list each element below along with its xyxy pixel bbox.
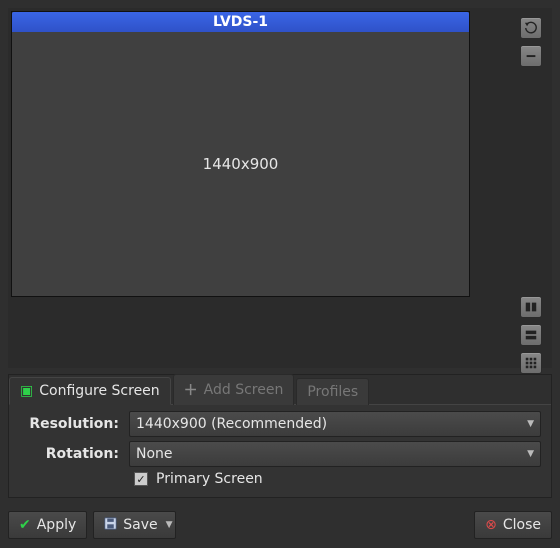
tab-configure-screen[interactable]: ▣ Configure Screen xyxy=(9,377,171,405)
rows-icon xyxy=(524,328,538,342)
check-icon: ✔ xyxy=(19,517,31,533)
columns-icon xyxy=(524,300,538,314)
rotation-label: Rotation: xyxy=(19,446,119,462)
primary-screen-label: Primary Screen xyxy=(156,471,263,487)
close-icon: ⊗ xyxy=(485,517,497,533)
monitor-lvds-1[interactable]: LVDS-1 1440x900 xyxy=(11,11,470,297)
configure-form: Resolution: 1440x900 (Recommended) ▼ Rot… xyxy=(9,405,551,497)
resolution-select[interactable]: 1440x900 (Recommended) ▼ xyxy=(129,411,541,437)
screen-icon: ▣ xyxy=(20,383,33,399)
tab-profiles[interactable]: Profiles xyxy=(296,378,369,405)
layout-stacked-button[interactable] xyxy=(520,324,542,346)
plus-icon: ＋ xyxy=(184,380,198,400)
button-label: Apply xyxy=(37,517,77,533)
save-button[interactable]: Save xyxy=(93,511,168,539)
grid-icon xyxy=(524,356,538,370)
layout-side-by-side-button[interactable] xyxy=(520,296,542,318)
action-bar: ✔ Apply Save ▼ ⊗ Close xyxy=(8,510,552,540)
chevron-down-icon: ▼ xyxy=(527,419,534,429)
disable-output-button[interactable] xyxy=(520,45,542,67)
layout-grid-button[interactable] xyxy=(520,352,542,374)
rotation-value: None xyxy=(136,446,173,462)
tab-add-screen[interactable]: ＋ Add Screen xyxy=(173,374,295,405)
reset-button[interactable] xyxy=(520,17,542,39)
rotation-select[interactable]: None ▼ xyxy=(129,441,541,467)
apply-button[interactable]: ✔ Apply xyxy=(8,511,87,539)
tab-bar: ▣ Configure Screen ＋ Add Screen Profiles xyxy=(9,375,551,405)
screen-layout-canvas[interactable]: LVDS-1 1440x900 xyxy=(8,8,552,368)
tab-label: Profiles xyxy=(307,384,358,400)
tab-label: Configure Screen xyxy=(39,383,159,399)
disk-icon xyxy=(104,517,117,534)
save-menu-button[interactable]: ▼ xyxy=(164,511,176,539)
settings-panel: ▣ Configure Screen ＋ Add Screen Profiles… xyxy=(8,374,552,498)
monitor-title: LVDS-1 xyxy=(12,12,469,32)
undo-rotate-icon xyxy=(524,21,538,35)
minus-icon xyxy=(524,49,538,63)
button-label: Save xyxy=(123,517,157,533)
close-button[interactable]: ⊗ Close xyxy=(474,511,552,539)
monitor-resolution-label: 1440x900 xyxy=(12,32,469,296)
chevron-down-icon: ▼ xyxy=(166,520,173,530)
resolution-value: 1440x900 (Recommended) xyxy=(136,416,327,432)
tab-label: Add Screen xyxy=(204,382,284,398)
button-label: Close xyxy=(503,517,541,533)
primary-screen-checkbox[interactable]: ✓ xyxy=(134,472,148,486)
chevron-down-icon: ▼ xyxy=(527,449,534,459)
resolution-label: Resolution: xyxy=(19,416,119,432)
